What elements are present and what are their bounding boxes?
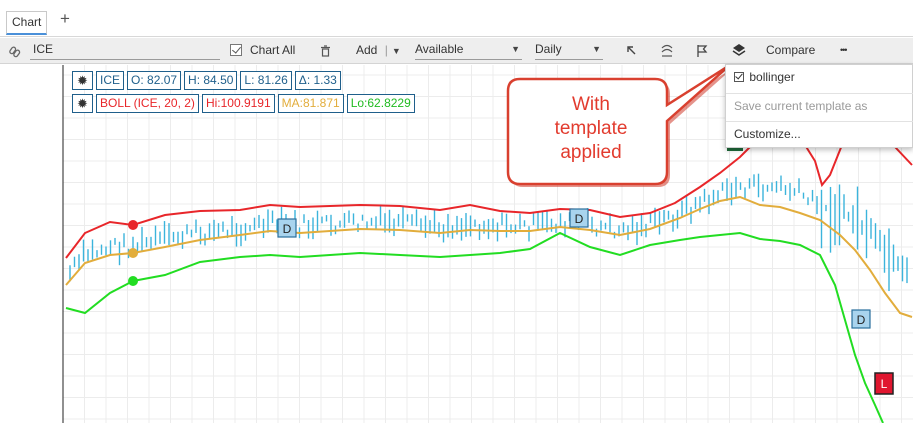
more-menu-icon[interactable]: ••• (840, 38, 848, 64)
interval-label: Daily (535, 42, 562, 56)
middle-band-line (65, 195, 913, 318)
callout-line: template (554, 118, 628, 139)
marker-label: L (881, 377, 888, 391)
available-label: Available (415, 42, 464, 56)
menu-item-save-template: Save current template as (726, 93, 913, 117)
marker-label: D (575, 212, 584, 226)
lower-band-line (65, 231, 884, 423)
menu-item-bollinger[interactable]: bollinger (726, 65, 913, 89)
cursor-icon[interactable] (625, 38, 637, 64)
price-bars (69, 173, 908, 292)
interval-dropdown[interactable]: Daily ▼ (535, 41, 603, 60)
legend-change: Δ: 1.33 (294, 71, 341, 90)
lower-band-dot (128, 276, 138, 286)
chart-all-toggle[interactable]: Chart All (230, 38, 295, 64)
legend-boll-name: BOLL (ICE, 20, 2) (96, 94, 199, 113)
bollinger-legend: ✹ BOLL (ICE, 20, 2) Hi:100.9191 MA:81.87… (72, 94, 415, 113)
middle-band-dot (128, 248, 138, 258)
event-marker-red[interactable]: L (874, 372, 894, 395)
chart-window: Chart + ICE Chart All Add | ▼ Available ▼ … (0, 0, 913, 423)
dividend-marker[interactable]: D (851, 309, 871, 329)
price-legend: ✹ ICE O: 82.07 H: 84.50 L: 81.26 Δ: 1.33 (72, 71, 341, 90)
legend-high: H: 84.50 (184, 71, 238, 90)
marker-label: D (857, 313, 866, 327)
upper-band-dot (128, 220, 138, 230)
compare-button[interactable]: Compare (766, 38, 815, 64)
callout-line: applied (560, 142, 622, 163)
bollinger-checkbox[interactable] (734, 72, 744, 82)
legend-boll-lo: Lo:62.8229 (346, 94, 415, 113)
add-button[interactable]: Add | ▼ (356, 38, 401, 64)
menu-item-customize[interactable]: Customize... (726, 121, 913, 145)
callout-line: With (572, 94, 610, 115)
chevron-down-icon: ▼ (592, 44, 601, 54)
flag-icon[interactable] (696, 38, 708, 64)
legend-open: O: 82.07 (127, 71, 182, 90)
chart-all-checkbox[interactable] (230, 44, 242, 56)
tab-strip: Chart + (0, 0, 913, 37)
gear-icon[interactable]: ✹ (72, 94, 93, 113)
legend-low: L: 81.26 (240, 71, 292, 90)
add-separator: | (384, 43, 388, 57)
chevron-down-icon: ▼ (511, 44, 520, 54)
gear-icon[interactable]: ✹ (72, 71, 93, 90)
add-label: Add (356, 43, 378, 57)
marker-label: D (283, 222, 292, 236)
tab-chart[interactable]: Chart (6, 11, 48, 35)
menu-item-label: bollinger (749, 70, 795, 84)
template-menu: bollinger Save current template as Custo… (725, 64, 913, 148)
dividend-marker[interactable]: D (569, 208, 589, 228)
chart-all-label: Chart All (250, 43, 296, 57)
callout-text: With template applied (512, 93, 670, 165)
legend-symbol: ICE (96, 71, 125, 90)
add-tab-button[interactable]: + (60, 9, 70, 29)
available-dropdown[interactable]: Available ▼ (415, 41, 522, 60)
symbol-input[interactable]: ICE (30, 41, 220, 60)
legend-boll-ma: MA:81.871 (277, 94, 344, 113)
template-layers-icon[interactable] (732, 38, 746, 64)
dividend-marker[interactable]: D (277, 218, 297, 238)
legend-boll-hi: Hi:100.9191 (201, 94, 275, 113)
link-icon[interactable] (9, 38, 21, 64)
add-dropdown-icon[interactable]: ▼ (392, 46, 401, 56)
menu-item-label: Save current template as (734, 99, 868, 113)
trash-icon[interactable] (320, 38, 331, 64)
drawing-tools-icon[interactable] (660, 38, 674, 64)
menu-item-label: Customize... (734, 127, 801, 141)
chart-toolbar: ICE Chart All Add | ▼ Available ▼ Daily ▼ C (0, 38, 913, 64)
